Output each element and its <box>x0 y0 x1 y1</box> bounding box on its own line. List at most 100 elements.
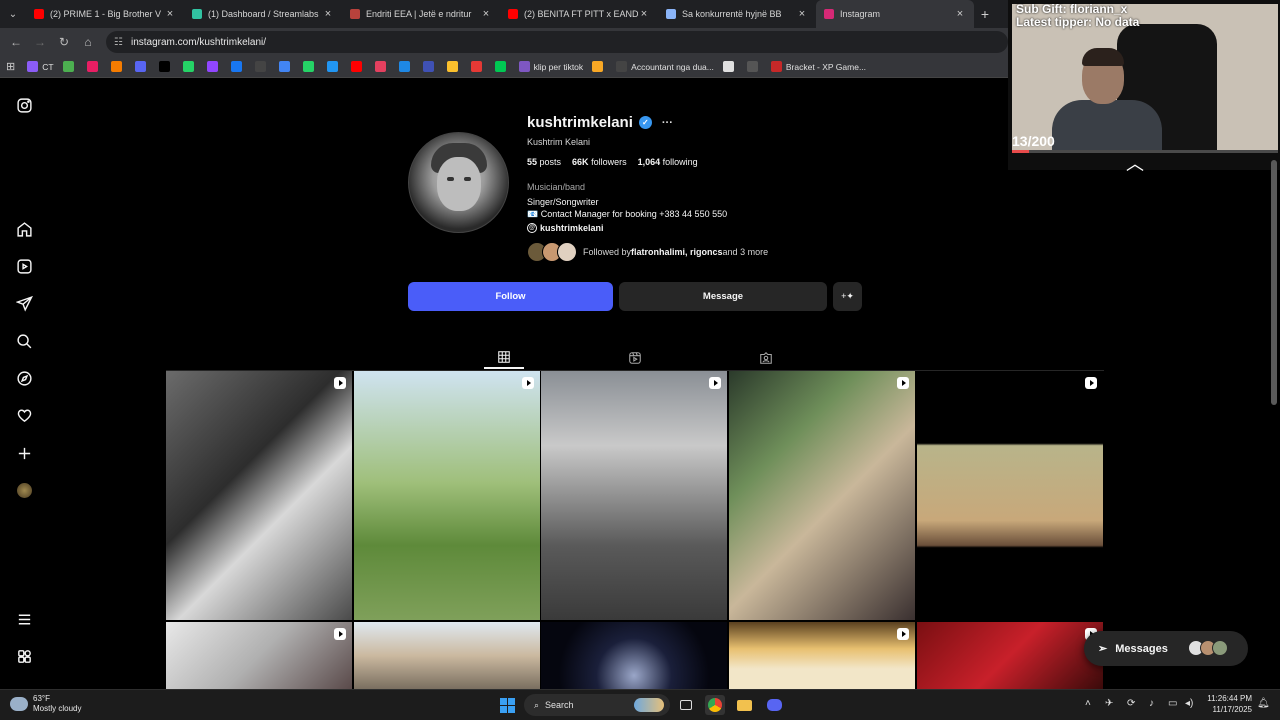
bookmark-item[interactable] <box>158 61 174 72</box>
post-tile[interactable] <box>917 371 1103 620</box>
bookmark-item[interactable] <box>494 61 510 72</box>
bookmark-item[interactable] <box>278 61 294 72</box>
bookmark-favicon-icon <box>722 61 734 72</box>
bookmark-item[interactable] <box>182 61 198 72</box>
post-tile[interactable] <box>354 371 540 620</box>
tab-close-icon[interactable]: × <box>954 8 966 20</box>
explore-nav-icon[interactable] <box>14 368 34 388</box>
home-nav-icon[interactable] <box>14 219 34 239</box>
site-info-icon[interactable]: ☷ <box>114 37 123 48</box>
search-nav-icon[interactable] <box>14 331 34 351</box>
bookmark-item[interactable] <box>62 61 78 72</box>
weather-widget[interactable]: 63°F Mostly cloudy <box>10 694 81 714</box>
volume-icon[interactable]: ◂) <box>1185 698 1193 709</box>
bookmark-item[interactable] <box>422 61 438 72</box>
post-tile[interactable] <box>166 622 352 689</box>
bookmark-item[interactable] <box>254 61 270 72</box>
bookmark-item[interactable] <box>398 61 414 72</box>
instagram-logo-icon[interactable] <box>14 95 34 115</box>
posts-grid-tab-icon[interactable] <box>484 347 524 369</box>
system-clock[interactable]: 11:26:44 PM 11/17/2025 <box>1202 693 1252 715</box>
followers-stat[interactable]: 66K followers <box>572 157 627 167</box>
reload-icon[interactable]: ↻ <box>52 35 76 49</box>
create-plus-icon[interactable] <box>14 443 34 463</box>
post-tile[interactable] <box>541 371 727 620</box>
taskbar-search[interactable]: ⌕ Search <box>524 694 670 716</box>
discord-taskbar-icon[interactable] <box>764 695 784 715</box>
bookmark-item[interactable] <box>326 61 342 72</box>
bookmark-item[interactable] <box>746 61 762 72</box>
threads-link[interactable]: @ kushtrimkelani <box>527 223 604 233</box>
followed-by-names: flatronhalimi, rigoncs <box>631 247 723 257</box>
tray-overflow-icon[interactable]: ˄ <box>1085 698 1091 709</box>
bookmark-item[interactable] <box>206 61 222 72</box>
forward-icon[interactable]: → <box>28 35 52 49</box>
bookmark-item[interactable]: Bracket - XP Game... <box>770 61 866 72</box>
tab-search-icon[interactable]: ⌄ <box>0 0 26 28</box>
new-tab-button[interactable]: + <box>974 6 996 22</box>
bookmark-item[interactable] <box>470 61 486 72</box>
tab-close-icon[interactable]: × <box>164 8 176 20</box>
browser-tab[interactable]: Endriti EEA | Jetë e ndritur × <box>342 0 500 28</box>
bookmark-item[interactable] <box>110 61 126 72</box>
bookmark-item[interactable] <box>592 61 607 72</box>
file-explorer-icon[interactable] <box>734 695 754 715</box>
url-input[interactable]: ☷ instagram.com/kushtrimkelani/ <box>106 31 1008 53</box>
message-button[interactable]: Message <box>619 282 827 311</box>
bookmark-item[interactable] <box>722 61 738 72</box>
browser-tab[interactable]: (2) BENITA FT PITT x EANDA - T× <box>500 0 658 28</box>
apps-icon[interactable]: ⊞ <box>6 60 15 73</box>
microphone-icon[interactable]: ♪ <box>1149 698 1154 709</box>
bookmark-item[interactable]: klip per tiktok <box>518 61 583 72</box>
tray-app-icon[interactable]: ✈ <box>1105 698 1113 709</box>
bookmark-item[interactable]: Accountant nga dua... <box>616 61 714 72</box>
tagged-tab-icon[interactable] <box>746 347 786 369</box>
bookmark-item[interactable] <box>350 61 366 72</box>
tab-close-icon[interactable]: × <box>480 8 492 20</box>
notifications-heart-icon[interactable] <box>14 405 34 425</box>
also-from-meta-icon[interactable] <box>14 646 34 666</box>
tray-sync-icon[interactable]: ⟳ <box>1127 698 1135 709</box>
post-tile[interactable] <box>166 371 352 620</box>
task-view-icon[interactable] <box>676 695 696 715</box>
more-menu-icon[interactable] <box>14 609 34 629</box>
more-options-icon[interactable]: ··· <box>662 117 673 129</box>
bookmark-item[interactable]: CT <box>27 61 54 72</box>
tab-close-icon[interactable]: × <box>796 8 808 20</box>
notification-bell-icon[interactable]: 🔔︎ <box>1257 698 1270 709</box>
browser-tab[interactable]: Instagram × <box>816 0 974 28</box>
profile-avatar-icon[interactable] <box>14 480 34 500</box>
tab-favicon-icon <box>192 9 202 19</box>
follow-button[interactable]: Follow <box>408 282 613 311</box>
post-tile[interactable] <box>729 371 915 620</box>
post-tile[interactable] <box>917 622 1103 689</box>
chrome-taskbar-icon[interactable] <box>705 695 725 715</box>
tab-close-icon[interactable]: × <box>322 8 334 20</box>
reels-nav-icon[interactable] <box>14 256 34 276</box>
messages-button[interactable]: ➢ Messages <box>1084 631 1248 666</box>
bookmark-item[interactable] <box>134 61 150 72</box>
send-nav-icon[interactable] <box>14 293 34 313</box>
browser-tab[interactable]: (2) PRIME 1 - Big Brother V × <box>26 0 184 28</box>
home-icon[interactable]: ⌂ <box>76 35 100 49</box>
network-icon[interactable]: ▭ <box>1168 698 1177 709</box>
reels-tab-icon[interactable] <box>615 347 655 369</box>
following-stat[interactable]: 1,064 following <box>638 157 698 167</box>
post-tile[interactable] <box>541 622 727 689</box>
browser-tab[interactable]: Sa konkurrentë hyjnë BB × <box>658 0 816 28</box>
page-scrollbar[interactable] <box>1271 160 1277 405</box>
tab-close-icon[interactable]: × <box>638 8 650 20</box>
post-tile[interactable] <box>354 622 540 689</box>
suggested-accounts-icon[interactable]: +✦ <box>833 282 862 311</box>
profile-picture[interactable] <box>408 132 509 233</box>
bookmark-item[interactable] <box>446 61 462 72</box>
bookmark-item[interactable] <box>86 61 102 72</box>
post-tile[interactable] <box>729 622 915 689</box>
bookmark-item[interactable] <box>230 61 246 72</box>
browser-tab[interactable]: (1) Dashboard / Streamlabs × <box>184 0 342 28</box>
followed-by[interactable]: Followed by flatronhalimi, rigoncs and 3… <box>527 242 768 262</box>
start-button-icon[interactable] <box>497 695 517 715</box>
bookmark-item[interactable] <box>374 61 390 72</box>
back-icon[interactable]: ← <box>4 35 28 49</box>
bookmark-item[interactable] <box>302 61 318 72</box>
